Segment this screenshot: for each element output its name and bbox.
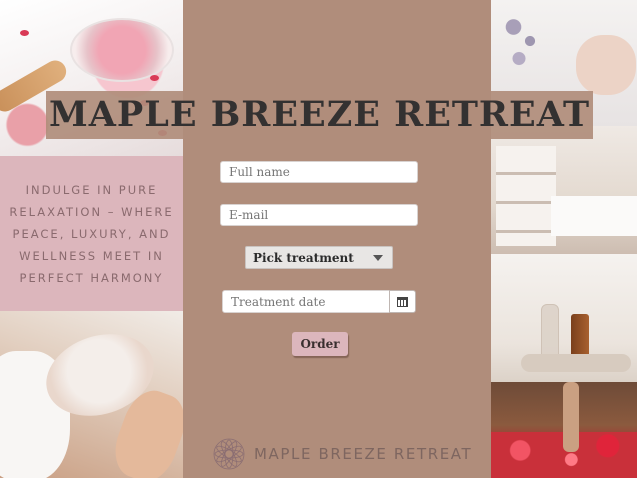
treatment-select[interactable]: Pick treatment xyxy=(245,246,393,269)
facial-treatment-photo xyxy=(0,311,183,478)
full-name-input[interactable] xyxy=(220,161,418,183)
tagline-text: INDULGE IN PURE RELAXATION – WHERE PEACE… xyxy=(9,182,174,285)
footer-brand: MAPLE BREEZE RETREAT xyxy=(213,438,472,470)
calendar-icon xyxy=(397,296,408,307)
oil-bottles-photo xyxy=(491,254,637,382)
order-button[interactable]: Order xyxy=(292,332,348,356)
lotus-logo-icon xyxy=(213,438,245,470)
left-image-column: INDULGE IN PURE RELAXATION – WHERE PEACE… xyxy=(0,0,183,478)
tagline-box: INDULGE IN PURE RELAXATION – WHERE PEACE… xyxy=(0,156,183,311)
email-input[interactable] xyxy=(220,204,418,226)
right-image-column xyxy=(491,0,637,478)
page-title: MAPLE BREEZE RETREAT xyxy=(49,94,590,135)
date-picker-button[interactable] xyxy=(389,290,416,313)
footer-brand-text: MAPLE BREEZE RETREAT xyxy=(254,445,473,463)
treatment-date-input[interactable] xyxy=(222,290,390,313)
treatment-select-label: Pick treatment xyxy=(253,250,354,265)
chevron-down-icon xyxy=(373,255,383,261)
petal-bath-photo xyxy=(491,382,637,478)
spa-room-photo xyxy=(491,126,637,254)
